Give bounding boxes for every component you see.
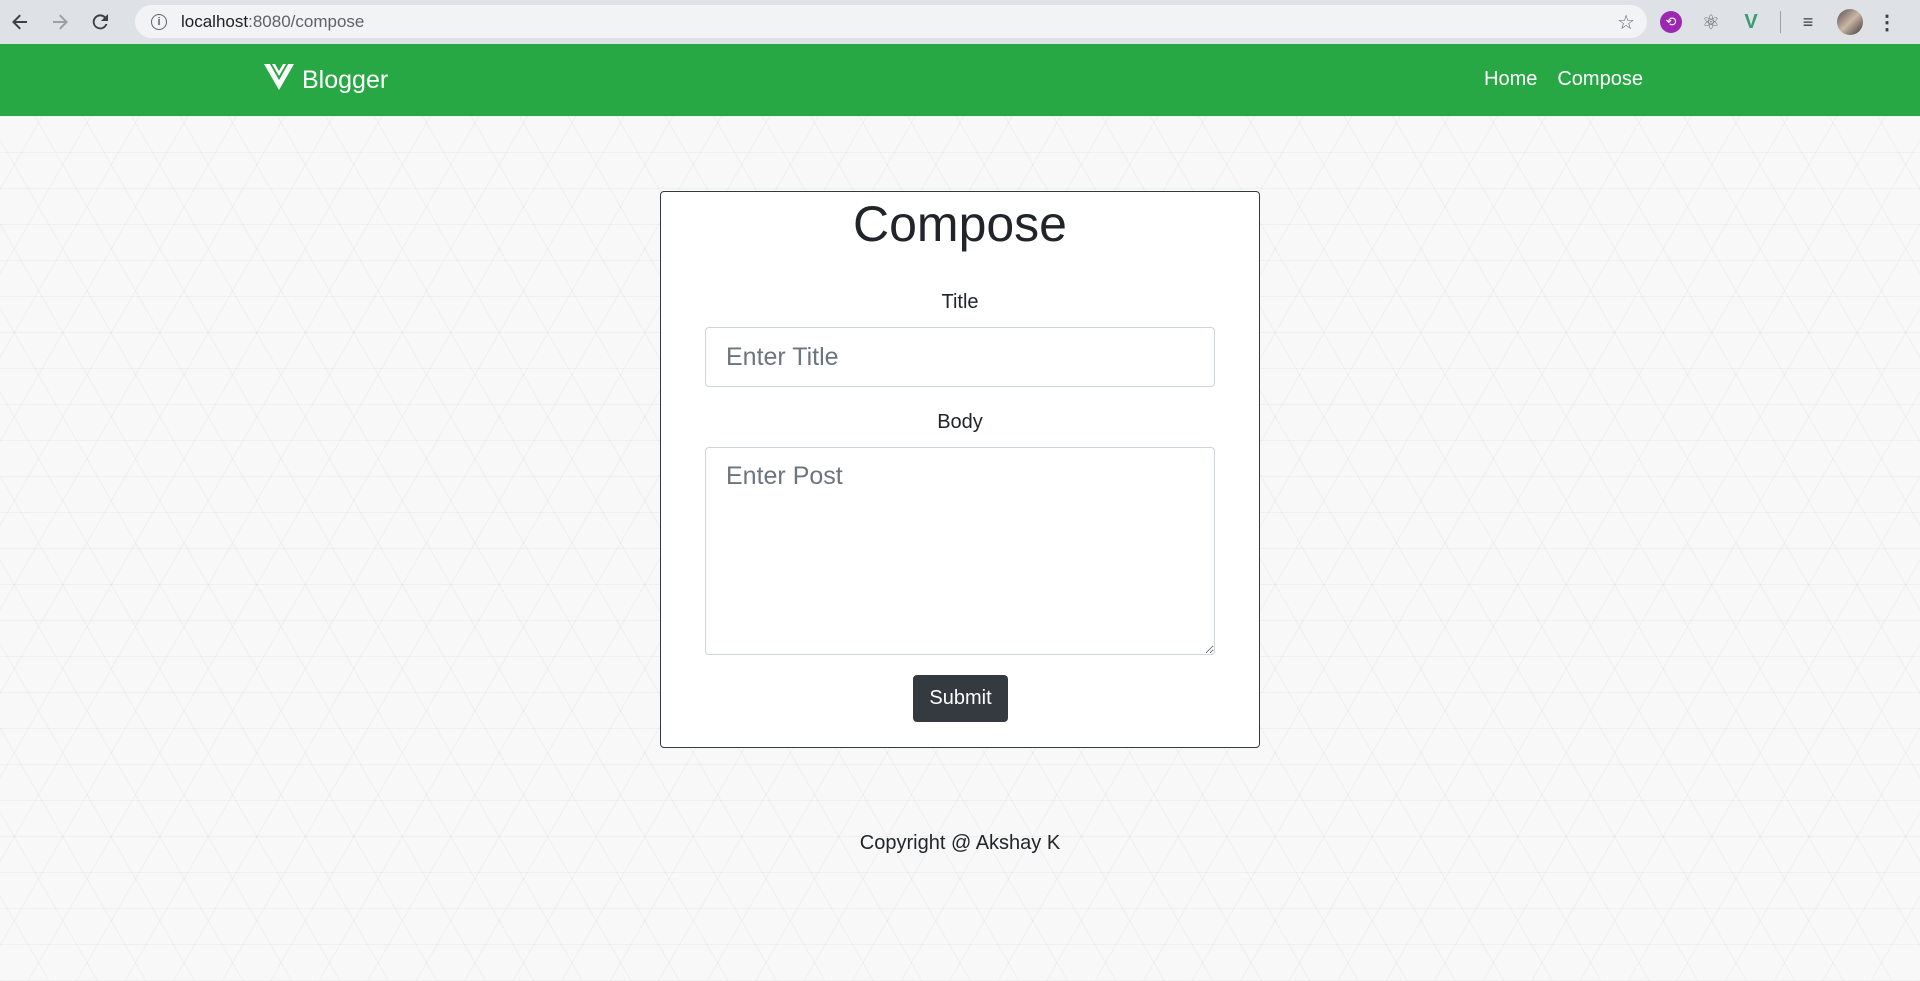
url-host: localhost xyxy=(181,11,249,31)
brand-link[interactable]: Blogger xyxy=(264,64,388,97)
star-icon[interactable]: ☆ xyxy=(1617,10,1635,35)
submit-button[interactable]: Submit xyxy=(913,675,1008,722)
media-control-icon[interactable]: ≡ xyxy=(1797,11,1819,33)
more-menu-icon[interactable]: ⋮ xyxy=(1877,10,1897,35)
footer-copyright: Copyright @ Akshay K xyxy=(859,832,1061,854)
title-input[interactable] xyxy=(705,327,1215,387)
compose-card: Compose Title Body Submit xyxy=(660,191,1260,748)
body-label: Body xyxy=(937,411,983,433)
title-label: Title xyxy=(941,291,979,313)
reload-icon[interactable] xyxy=(80,0,120,44)
address-bar[interactable]: i localhost:8080/compose ☆ xyxy=(135,5,1647,38)
redux-devtools-icon[interactable]: ⟲ xyxy=(1660,11,1682,33)
page-title: Compose xyxy=(853,196,1067,252)
app-navbar: Blogger Home Compose xyxy=(0,44,1920,116)
vue-devtools-icon[interactable]: V xyxy=(1740,11,1762,33)
vue-logo-icon xyxy=(264,64,294,97)
brand-name: Blogger xyxy=(302,66,389,94)
nav-link-home[interactable]: Home xyxy=(1484,68,1537,91)
toolbar-divider xyxy=(1780,11,1781,33)
back-arrow-icon[interactable] xyxy=(0,0,40,44)
react-devtools-icon[interactable]: ⚛ xyxy=(1700,11,1722,34)
browser-toolbar: i localhost:8080/compose ☆ ⟲ ⚛ V ≡ ⋮ xyxy=(0,0,1920,44)
avatar[interactable] xyxy=(1837,9,1863,35)
extensions-area: ⟲ ⚛ V ≡ ⋮ xyxy=(1660,0,1897,44)
nav-link-compose[interactable]: Compose xyxy=(1557,68,1643,91)
nav-links: Home Compose xyxy=(1484,68,1663,91)
body-textarea[interactable] xyxy=(705,447,1215,655)
forward-arrow-icon[interactable] xyxy=(40,0,80,44)
url-path: :8080/compose xyxy=(248,11,365,31)
info-icon[interactable]: i xyxy=(151,13,167,30)
